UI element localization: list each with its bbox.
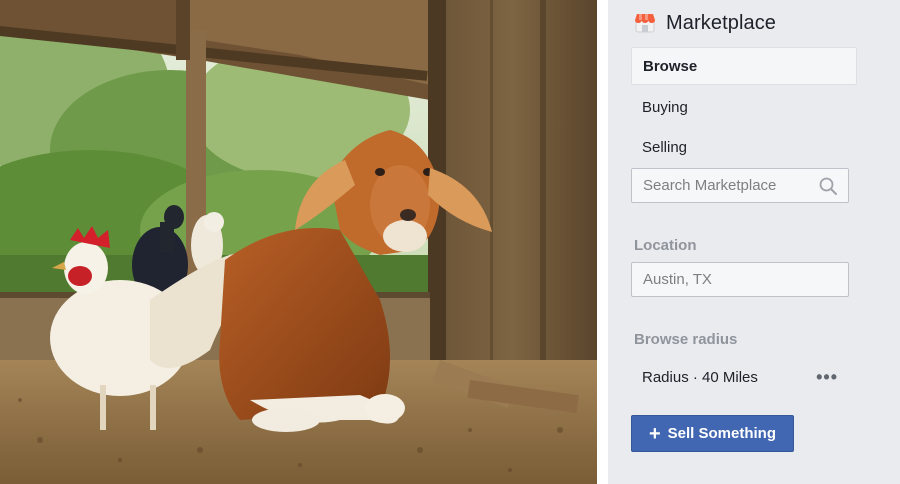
nav-item-selling[interactable]: Selling [631, 128, 857, 166]
radius-row[interactable]: Radius · 40 Miles ••• [642, 366, 838, 388]
nav-item-label: Browse [643, 57, 698, 75]
divider [597, 0, 608, 484]
location-value: Austin, TX [643, 271, 712, 288]
nav-item-label: Selling [642, 138, 688, 156]
nav-item-browse[interactable]: Browse [631, 47, 857, 85]
search-input[interactable]: Search Marketplace [631, 168, 849, 203]
sell-something-button[interactable]: + Sell Something [631, 415, 794, 452]
nav-item-buying[interactable]: Buying [631, 88, 857, 126]
radius-value: Radius · 40 Miles [642, 368, 758, 386]
goat-and-chickens-photo [0, 0, 597, 484]
plus-icon: + [648, 422, 661, 445]
sell-button-label: Sell Something [667, 425, 777, 442]
marketplace-header: Marketplace [634, 11, 776, 35]
marketplace-sidebar: Marketplace Browse Buying Selling Search… [608, 0, 900, 484]
listing-photo [0, 0, 597, 484]
location-field[interactable]: Austin, TX [631, 262, 849, 297]
location-label: Location [634, 237, 697, 254]
search-placeholder: Search Marketplace [643, 177, 777, 194]
storefront-icon [634, 12, 656, 34]
browse-radius-label: Browse radius [634, 331, 738, 348]
page-title: Marketplace [666, 11, 777, 34]
search-icon[interactable] [818, 176, 838, 196]
more-dots-icon[interactable]: ••• [816, 367, 838, 388]
nav-item-label: Buying [642, 98, 688, 116]
